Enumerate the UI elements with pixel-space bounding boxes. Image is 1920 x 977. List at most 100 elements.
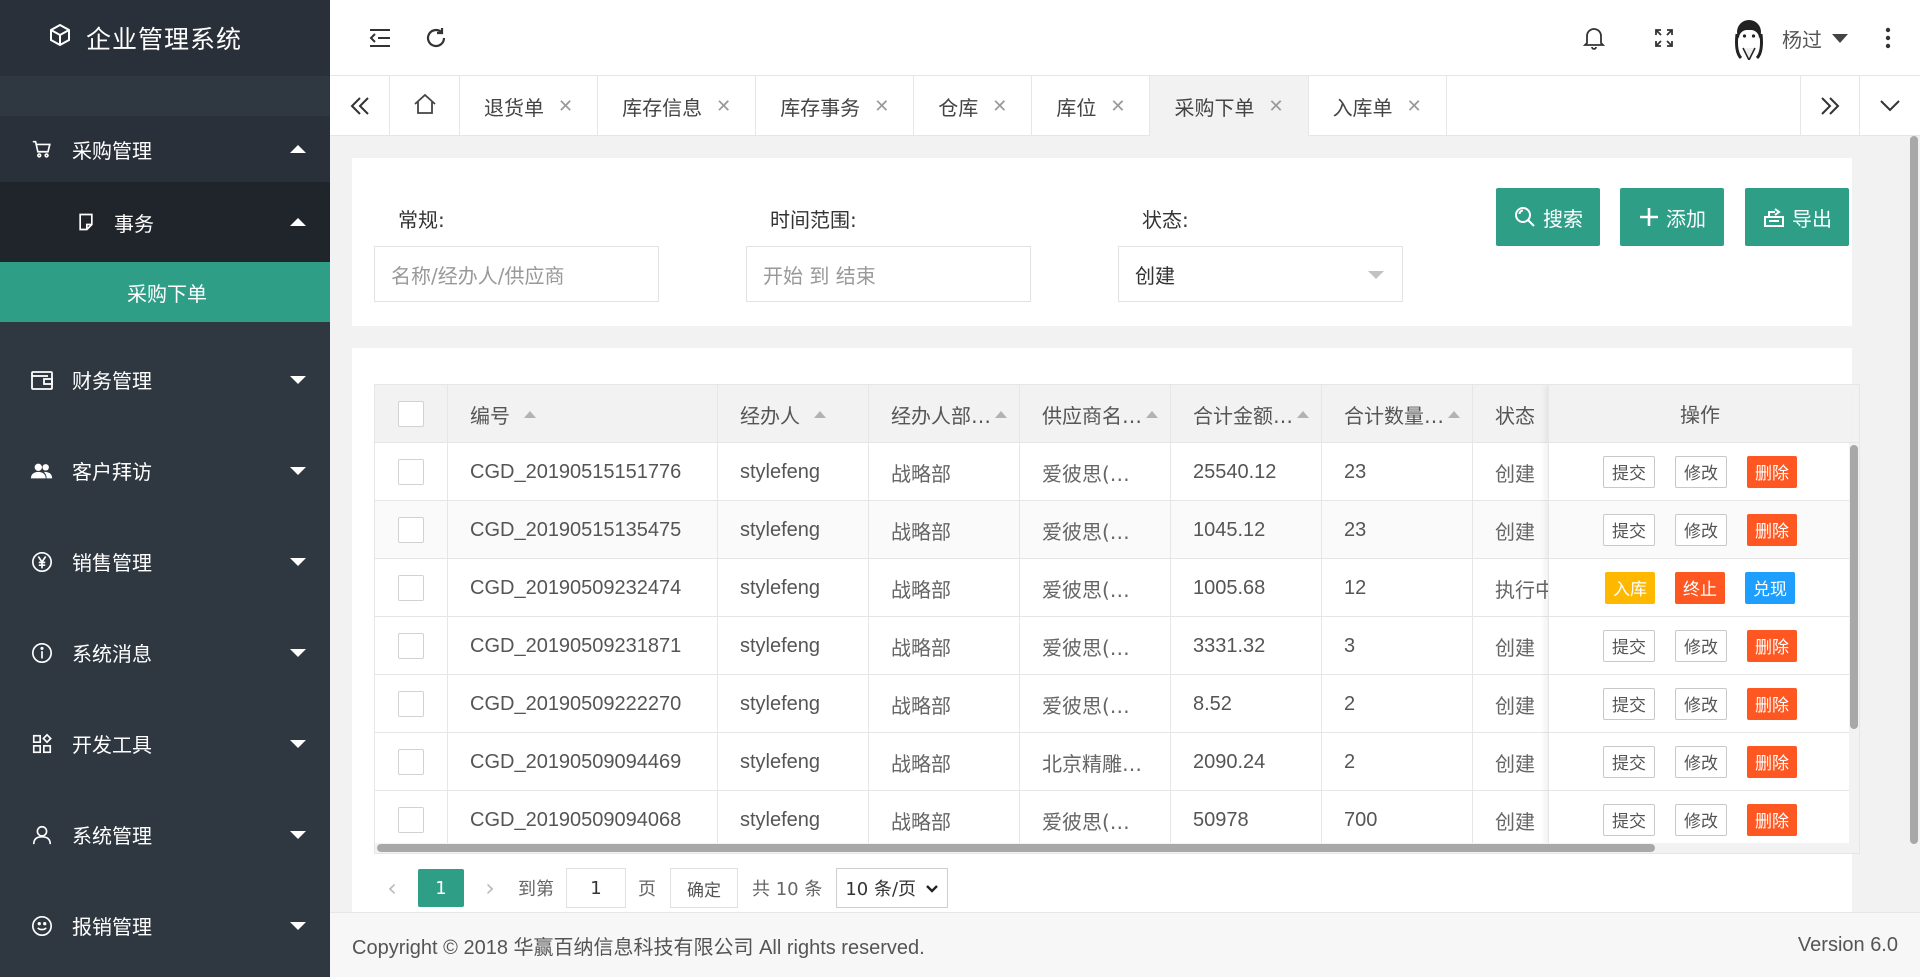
row-checkbox[interactable]	[398, 691, 424, 717]
scroll-thumb[interactable]	[1910, 136, 1918, 844]
export-button[interactable]: 导出	[1745, 188, 1849, 246]
user-menu[interactable]: 杨过	[1726, 14, 1848, 62]
tab-purchase-order[interactable]: 采购下单 ✕	[1150, 76, 1309, 136]
col-amount[interactable]: 合计金额…	[1171, 385, 1322, 443]
terminate-button[interactable]: 终止	[1675, 571, 1725, 604]
close-icon[interactable]: ✕	[558, 96, 573, 117]
general-search-input[interactable]: 名称/经办人/供应商	[374, 246, 659, 302]
bell-icon[interactable]	[1580, 24, 1608, 52]
fullscreen-icon[interactable]	[1650, 24, 1678, 52]
row-checkbox[interactable]	[398, 749, 424, 775]
close-icon[interactable]: ✕	[1407, 96, 1422, 117]
collapse-sidebar-icon[interactable]	[366, 24, 394, 52]
app-logo[interactable]: 企业管理系统	[0, 0, 330, 76]
row-checkbox[interactable]	[398, 633, 424, 659]
page-vertical-scrollbar[interactable]	[1908, 136, 1920, 912]
tabs-scroll-right-icon[interactable]	[1800, 76, 1860, 136]
sort-icon[interactable]	[1297, 410, 1309, 418]
tab-inbound-order[interactable]: 入库单 ✕	[1309, 76, 1447, 136]
close-icon[interactable]: ✕	[716, 96, 731, 117]
close-icon[interactable]: ✕	[1110, 96, 1125, 117]
next-page-icon[interactable]: ›	[472, 874, 508, 902]
more-vertical-icon[interactable]	[1874, 24, 1902, 52]
caret-down-icon	[290, 466, 306, 475]
scroll-thumb[interactable]	[377, 844, 1655, 852]
sort-icon[interactable]	[1146, 410, 1158, 418]
add-button[interactable]: 添加	[1620, 188, 1724, 246]
sort-icon[interactable]	[1448, 410, 1460, 418]
sidebar-item-reimburse[interactable]: 报销管理	[0, 880, 330, 971]
sidebar-item-purchase-order[interactable]: 采购下单	[0, 262, 330, 322]
col-qty[interactable]: 合计数量…	[1322, 385, 1473, 443]
submit-button[interactable]: 提交	[1603, 455, 1655, 488]
edit-button[interactable]: 修改	[1675, 513, 1727, 546]
sort-icon[interactable]	[814, 410, 826, 418]
sort-icon[interactable]	[524, 410, 536, 418]
row-checkbox[interactable]	[398, 807, 424, 833]
sidebar-item-devtools[interactable]: 开发工具	[0, 698, 330, 789]
cell-dept: 战略部	[869, 501, 1020, 559]
col-code[interactable]: 编号	[448, 385, 718, 443]
submit-button[interactable]: 提交	[1603, 629, 1655, 662]
edit-button[interactable]: 修改	[1675, 687, 1727, 720]
prev-page-icon[interactable]: ‹	[374, 874, 410, 902]
table-vertical-scrollbar[interactable]	[1849, 443, 1859, 853]
tab-home[interactable]	[390, 76, 460, 136]
sidebar-subgroup-affairs[interactable]: 事务	[0, 182, 330, 262]
row-checkbox[interactable]	[398, 459, 424, 485]
scroll-thumb[interactable]	[1850, 445, 1858, 729]
delete-button[interactable]: 删除	[1747, 629, 1797, 662]
col-supplier[interactable]: 供应商名…	[1020, 385, 1171, 443]
close-icon[interactable]: ✕	[1268, 96, 1283, 117]
delete-button[interactable]: 删除	[1747, 687, 1797, 720]
goto-page-input[interactable]: 1	[566, 868, 626, 908]
pagination: ‹ 1 › 到第 1 页 确定 共 10 条 10 条/页	[374, 868, 949, 908]
cell-amount: 25540.12	[1171, 443, 1322, 501]
close-icon[interactable]: ✕	[874, 96, 889, 117]
page-size-select[interactable]: 10 条/页	[836, 868, 949, 908]
submit-button[interactable]: 提交	[1603, 745, 1655, 778]
tab-stock-affairs[interactable]: 库存事务 ✕	[756, 76, 915, 136]
tab-warehouse[interactable]: 仓库 ✕	[914, 76, 1033, 136]
delete-button[interactable]: 删除	[1747, 455, 1797, 488]
row-checkbox[interactable]	[398, 517, 424, 543]
tabs-scroll-left-icon[interactable]	[330, 76, 390, 136]
tab-return-order[interactable]: 退货单 ✕	[460, 76, 599, 136]
sidebar-item-messages[interactable]: 系统消息	[0, 607, 330, 698]
edit-button[interactable]: 修改	[1675, 455, 1727, 488]
sort-icon[interactable]	[995, 410, 1007, 418]
tab-location[interactable]: 库位 ✕	[1032, 76, 1151, 136]
tab-stock-info[interactable]: 库存信息 ✕	[598, 76, 757, 136]
edit-button[interactable]: 修改	[1675, 803, 1727, 836]
close-icon[interactable]: ✕	[992, 96, 1007, 117]
sidebar-item-visit[interactable]: 客户拜访	[0, 425, 330, 516]
table-horizontal-scrollbar[interactable]	[375, 843, 1859, 853]
tab-label: 仓库	[938, 95, 979, 120]
fulfill-button[interactable]: 兑现	[1745, 571, 1795, 604]
submit-button[interactable]: 提交	[1603, 513, 1655, 546]
search-button[interactable]: 搜索	[1496, 188, 1600, 246]
status-select[interactable]: 创建	[1118, 246, 1403, 302]
refresh-icon[interactable]	[422, 24, 450, 52]
page-current[interactable]: 1	[418, 869, 464, 907]
sidebar-item-system[interactable]: 系统管理	[0, 789, 330, 880]
submit-button[interactable]: 提交	[1603, 803, 1655, 836]
goto-confirm-button[interactable]: 确定	[670, 868, 738, 908]
delete-button[interactable]: 删除	[1747, 745, 1797, 778]
sidebar-item-label: 财务管理	[72, 369, 152, 393]
delete-button[interactable]: 删除	[1747, 513, 1797, 546]
stock-in-button[interactable]: 入库	[1605, 571, 1655, 604]
select-all-checkbox[interactable]	[398, 401, 424, 427]
edit-button[interactable]: 修改	[1675, 745, 1727, 778]
col-handler[interactable]: 经办人	[718, 385, 869, 443]
submit-button[interactable]: 提交	[1603, 687, 1655, 720]
sidebar-item-sales[interactable]: 销售管理	[0, 516, 330, 607]
sidebar-item-purchase[interactable]: 采购管理	[0, 116, 330, 182]
col-dept[interactable]: 经办人部…	[869, 385, 1020, 443]
sidebar-item-finance[interactable]: 财务管理	[0, 334, 330, 425]
time-range-input[interactable]: 开始 到 结束	[746, 246, 1031, 302]
edit-button[interactable]: 修改	[1675, 629, 1727, 662]
row-checkbox[interactable]	[398, 575, 424, 601]
tabs-menu-chevron-down-icon[interactable]	[1860, 76, 1920, 136]
delete-button[interactable]: 删除	[1747, 803, 1797, 836]
